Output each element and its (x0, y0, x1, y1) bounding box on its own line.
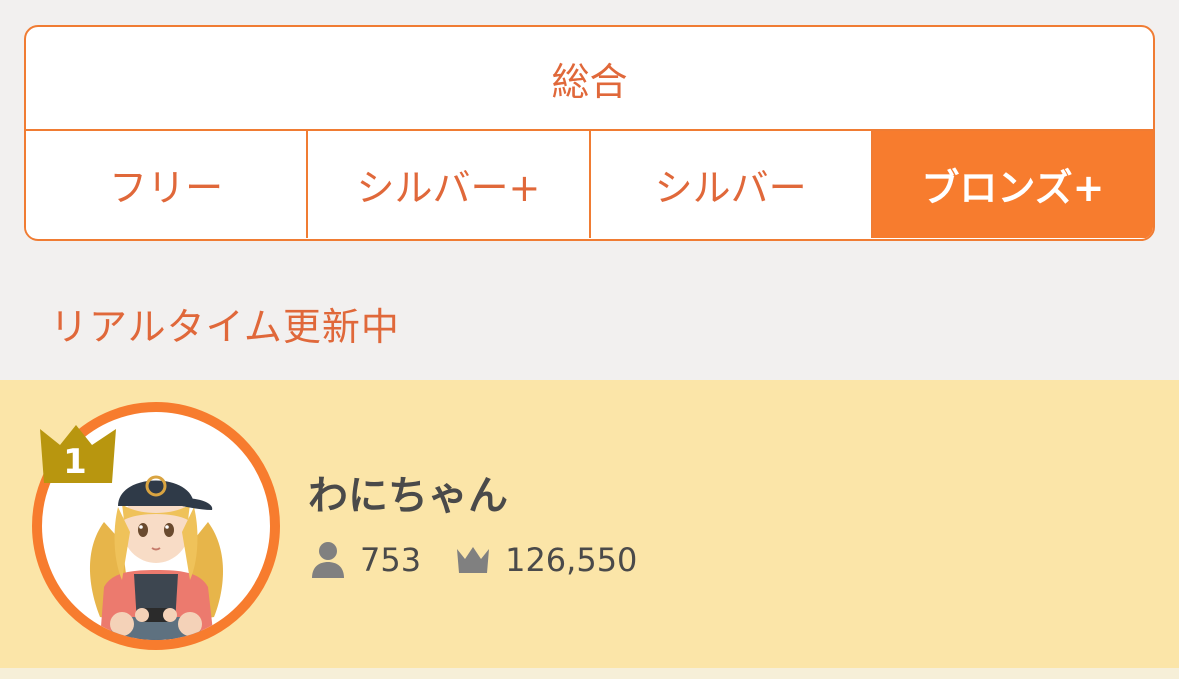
followers-stat: 753 (310, 540, 421, 580)
tab-silver[interactable]: シルバー (590, 131, 873, 238)
person-icon (312, 542, 344, 578)
ranking-category-tabs: 総合 フリー シルバー+ シルバー ブロンズ+ (24, 25, 1155, 241)
crown-icon (457, 547, 490, 573)
next-row-edge (0, 668, 1179, 679)
tab-silver-plus[interactable]: シルバー+ (308, 131, 591, 238)
realtime-status: リアルタイム更新中 (50, 305, 400, 349)
score-value: 126,550 (505, 541, 638, 579)
followers-count: 753 (360, 541, 422, 579)
tab-free[interactable]: フリー (26, 131, 309, 238)
tab-bronze-plus[interactable]: ブロンズ+ (872, 131, 1153, 238)
user-stats: 753 126,550 (310, 540, 637, 580)
user-name[interactable]: わにちゃん (308, 463, 508, 521)
tab-overall[interactable]: 総合 (26, 27, 1153, 131)
score-stat: 126,550 (455, 541, 637, 579)
tab-row: フリー シルバー+ シルバー ブロンズ+ (26, 131, 1153, 238)
rank-number: 1 (63, 442, 87, 482)
rank-crown-badge: 1 (36, 423, 120, 485)
